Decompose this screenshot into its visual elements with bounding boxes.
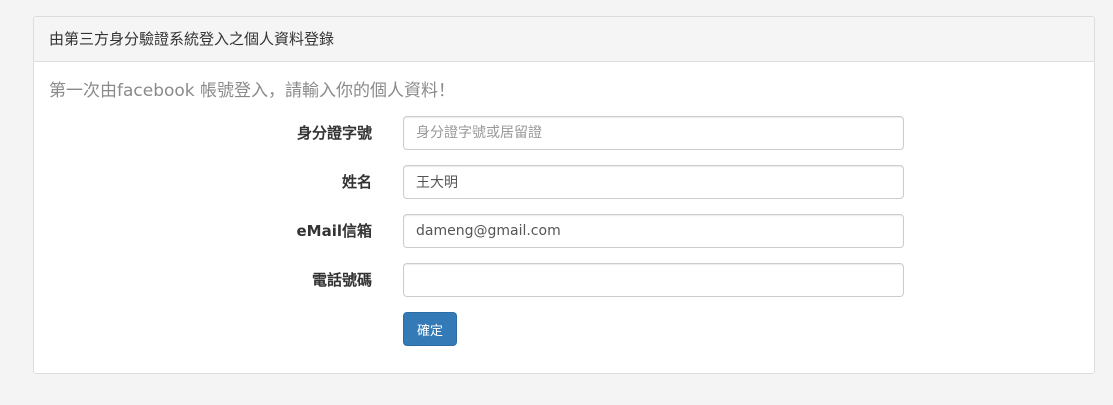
id-number-label: 身分證字號 — [296, 124, 372, 142]
name-row: 姓名 — [34, 165, 1094, 199]
phone-label: 電話號碼 — [311, 271, 372, 289]
phone-input[interactable] — [403, 263, 904, 297]
email-row: eMail信箱 — [34, 214, 1094, 248]
email-input[interactable] — [403, 214, 904, 248]
email-label: eMail信箱 — [296, 222, 372, 240]
id-number-input[interactable] — [403, 116, 904, 150]
phone-row: 電話號碼 — [34, 263, 1094, 297]
panel-title: 由第三方身分驗證系統登入之個人資料登錄 — [34, 17, 1094, 62]
submit-button[interactable]: 確定 — [403, 312, 457, 346]
intro-message: 第一次由facebook 帳號登入，請輸入你的個人資料！ — [49, 81, 456, 101]
name-input[interactable] — [403, 165, 904, 199]
name-label: 姓名 — [341, 173, 372, 191]
id-number-row: 身分證字號 — [34, 116, 1094, 150]
registration-panel: 由第三方身分驗證系統登入之個人資料登錄 第一次由facebook 帳號登入，請輸… — [33, 16, 1095, 374]
